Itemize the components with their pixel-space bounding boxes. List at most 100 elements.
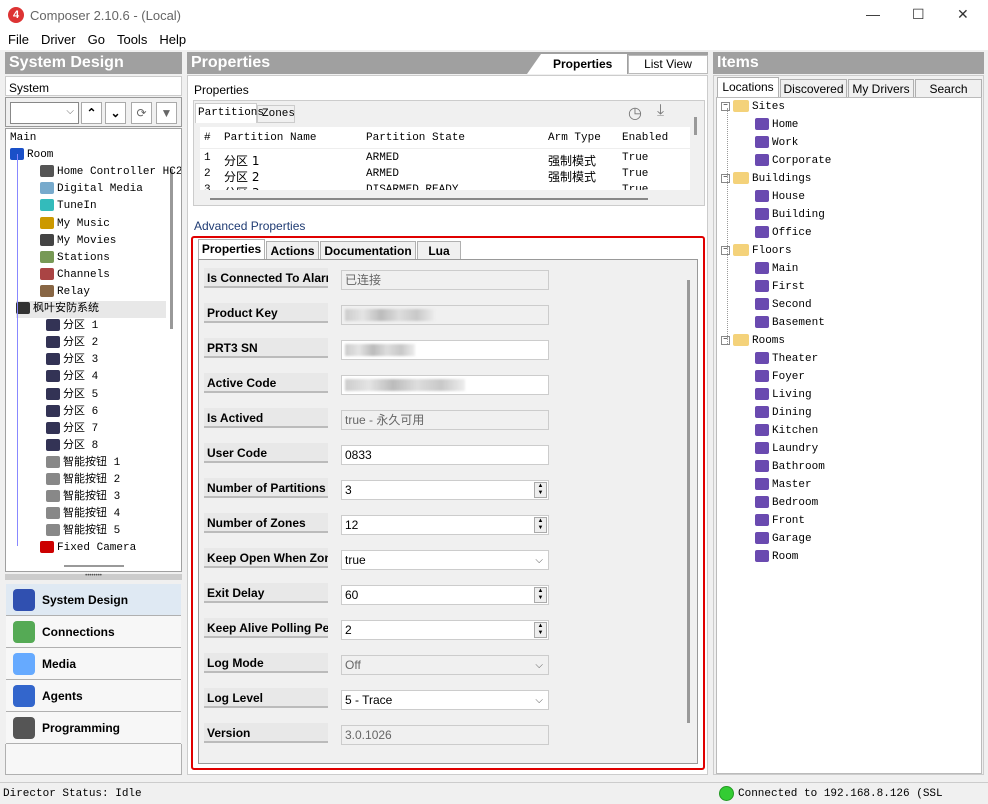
- location-item[interactable]: Theater: [755, 351, 818, 368]
- menu-file[interactable]: File: [8, 32, 29, 47]
- tree-scrollbar[interactable]: [170, 169, 173, 329]
- location-item[interactable]: Garage: [755, 531, 812, 548]
- tree-item[interactable]: Relay: [40, 284, 90, 301]
- tree-item[interactable]: Main: [10, 130, 36, 147]
- location-select[interactable]: ⌵: [10, 102, 79, 124]
- location-item[interactable]: Living: [755, 387, 812, 404]
- location-item[interactable]: Master: [755, 477, 812, 494]
- tree-item[interactable]: 分区 3: [46, 352, 98, 369]
- menu-tools[interactable]: Tools: [117, 32, 147, 47]
- tree-item[interactable]: My Music: [40, 216, 110, 233]
- spinner-control[interactable]: ▲ ▼: [534, 587, 547, 603]
- tree-item[interactable]: 智能按钮 4: [46, 506, 120, 523]
- tree-item[interactable]: 分区 6: [46, 404, 98, 421]
- tree-item[interactable]: 智能按钮 2: [46, 472, 120, 489]
- location-item[interactable]: Building: [755, 207, 825, 224]
- menu-driver[interactable]: Driver: [41, 32, 76, 47]
- location-item[interactable]: − Buildings: [721, 171, 811, 188]
- property-value-blurred[interactable]: [341, 340, 549, 360]
- location-item[interactable]: Main: [755, 261, 798, 278]
- maximize-button[interactable]: ☐: [912, 6, 925, 23]
- close-button[interactable]: ✕: [957, 6, 969, 23]
- location-item[interactable]: − Sites: [721, 99, 785, 116]
- tree-item[interactable]: 智能按钮 3: [46, 489, 120, 506]
- location-item[interactable]: Dining: [755, 405, 812, 422]
- tree-item[interactable]: TuneIn: [40, 198, 97, 215]
- tree-item[interactable]: Stations: [40, 250, 110, 267]
- property-value-dropdown[interactable]: true ⌵: [341, 550, 549, 570]
- table-row[interactable]: 3 分区 3 DISARMED_READY True: [200, 184, 690, 190]
- clock-icon[interactable]: ◷: [628, 103, 642, 123]
- column-header[interactable]: Partition State: [366, 132, 465, 144]
- property-value-blurred[interactable]: [341, 375, 549, 395]
- tree-item[interactable]: Home Controller HC25: [40, 164, 181, 181]
- location-item[interactable]: Bedroom: [755, 495, 818, 512]
- property-value-dropdown[interactable]: 5 - Trace ⌵: [341, 690, 549, 710]
- tree-item[interactable]: 分区 7: [46, 421, 98, 438]
- location-item[interactable]: Laundry: [755, 441, 818, 458]
- tab-partitions[interactable]: Partitions: [195, 103, 264, 123]
- tree-item[interactable]: Digital Media: [40, 181, 143, 198]
- location-item[interactable]: Room: [755, 549, 798, 566]
- table-row[interactable]: 2 分区 2 ARMED 强制模式 True: [200, 168, 690, 184]
- adv-tab-lua[interactable]: Lua: [417, 241, 461, 261]
- menu-go[interactable]: Go: [88, 32, 105, 47]
- location-item[interactable]: − Rooms: [721, 333, 785, 350]
- chevron-down-icon[interactable]: ⌵: [535, 692, 543, 710]
- tree-item[interactable]: My Movies: [40, 233, 116, 250]
- tab-zones[interactable]: Zones: [257, 105, 295, 123]
- property-value-spin[interactable]: 60 ▲ ▼: [341, 585, 549, 605]
- grid-vscrollbar[interactable]: [694, 117, 697, 135]
- tree-item[interactable]: 分区 2: [46, 335, 98, 352]
- location-item[interactable]: Office: [755, 225, 812, 242]
- nav-connections-button[interactable]: Connections: [6, 616, 181, 648]
- location-item[interactable]: First: [755, 279, 805, 296]
- column-header[interactable]: Partition Name: [224, 132, 316, 144]
- location-item[interactable]: − Floors: [721, 243, 792, 260]
- download-icon[interactable]: ⤓: [657, 102, 664, 120]
- grid-hscrollbar[interactable]: [210, 198, 648, 200]
- move-up-button[interactable]: ⌃: [81, 102, 102, 124]
- tree-item[interactable]: 智能按钮 5: [46, 523, 120, 540]
- tab-locations[interactable]: Locations: [717, 77, 779, 98]
- property-value-text[interactable]: 0833: [341, 445, 549, 465]
- tree-item[interactable]: Channels: [40, 267, 110, 284]
- menu-help[interactable]: Help: [159, 32, 186, 47]
- collapse-icon[interactable]: −: [721, 101, 730, 111]
- tree-item[interactable]: 枫叶安防系统: [16, 301, 166, 318]
- location-item[interactable]: Corporate: [755, 153, 831, 170]
- tree-item[interactable]: Fixed Camera: [40, 540, 136, 557]
- tree-item[interactable]: 分区 8: [46, 438, 98, 455]
- property-value-spin[interactable]: 2 ▲ ▼: [341, 620, 549, 640]
- filter-icon[interactable]: ▼: [156, 102, 177, 124]
- tree-item[interactable]: 分区 1: [46, 318, 98, 335]
- column-header[interactable]: Arm Type: [548, 132, 601, 144]
- property-value-spin[interactable]: 3 ▲ ▼: [341, 480, 549, 500]
- collapse-icon[interactable]: −: [721, 245, 730, 255]
- chevron-down-icon[interactable]: ⌵: [535, 552, 543, 570]
- tree-hscrollbar[interactable]: [64, 565, 124, 567]
- location-item[interactable]: Home: [755, 117, 798, 134]
- location-item[interactable]: Foyer: [755, 369, 805, 386]
- tree-item[interactable]: 分区 5: [46, 387, 98, 404]
- tab-my-drivers[interactable]: My Drivers: [848, 79, 914, 99]
- move-down-button[interactable]: ⌄: [105, 102, 126, 124]
- spinner-control[interactable]: ▲ ▼: [534, 517, 547, 533]
- chevron-down-icon[interactable]: ⌵: [535, 657, 543, 675]
- adv-tab-actions[interactable]: Actions: [266, 241, 319, 261]
- location-item[interactable]: Second: [755, 297, 812, 314]
- tree-item[interactable]: 分区 4: [46, 369, 98, 386]
- tab-list-view[interactable]: List View: [628, 55, 708, 74]
- column-header[interactable]: #: [204, 132, 211, 144]
- minimize-button[interactable]: —: [866, 6, 880, 22]
- tab-discovered[interactable]: Discovered: [780, 79, 847, 99]
- spinner-control[interactable]: ▲ ▼: [534, 622, 547, 638]
- tab-properties[interactable]: Properties: [553, 57, 612, 71]
- location-item[interactable]: Bathroom: [755, 459, 825, 476]
- splitter-handle[interactable]: ••••••••: [5, 573, 182, 580]
- location-item[interactable]: House: [755, 189, 805, 206]
- nav-media-button[interactable]: Media: [6, 648, 181, 680]
- collapse-icon[interactable]: −: [721, 335, 730, 345]
- location-item[interactable]: Front: [755, 513, 805, 530]
- properties-scrollbar[interactable]: [687, 280, 690, 723]
